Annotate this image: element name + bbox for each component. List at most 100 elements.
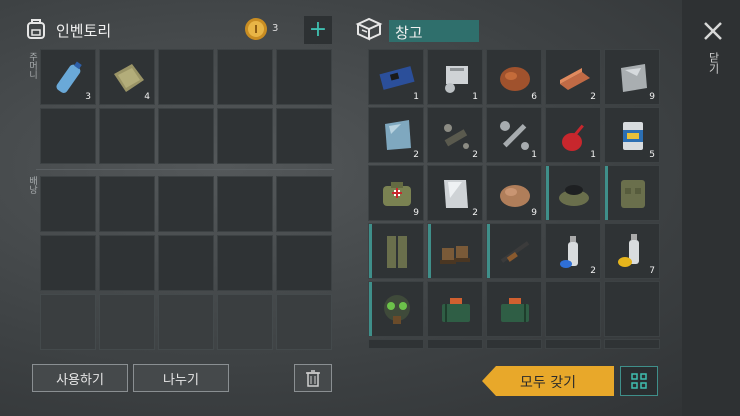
coin-icon: l (244, 17, 268, 41)
sort-button[interactable] (620, 366, 658, 396)
assault-rifle-icon (495, 232, 535, 272)
empty-slot[interactable] (276, 176, 332, 232)
item-slot-military-vest[interactable] (604, 165, 660, 221)
empty-slot[interactable] (368, 339, 424, 349)
empty-slot[interactable] (40, 294, 96, 350)
add-coin-button[interactable]: + (304, 16, 332, 44)
item-quantity: 1 (590, 150, 596, 160)
item-slot-copper-ingot[interactable]: 2 (545, 49, 601, 105)
item-slot-gas-mask[interactable] (368, 281, 424, 337)
empty-slot[interactable] (158, 294, 214, 350)
empty-slot[interactable] (217, 49, 273, 105)
empty-slot[interactable] (217, 235, 273, 291)
item-slot-explosive-box-1[interactable] (427, 281, 483, 337)
empty-slot[interactable] (545, 339, 601, 349)
item-quantity: 9 (531, 208, 537, 218)
food-can-icon (613, 116, 653, 156)
military-pants-icon (377, 232, 417, 272)
empty-slot[interactable] (40, 176, 96, 232)
equipment-marker (369, 282, 372, 336)
empty-slot[interactable] (604, 339, 660, 349)
medical-bag-icon (377, 174, 417, 214)
use-button[interactable]: 사용하기 (32, 364, 128, 392)
storage-icon (355, 16, 383, 42)
empty-slot[interactable] (276, 108, 332, 164)
empty-slot[interactable] (427, 339, 483, 349)
split-button[interactable]: 나누기 (133, 364, 229, 392)
empty-slot[interactable] (99, 294, 155, 350)
item-slot-stone[interactable]: 9 (486, 165, 542, 221)
item-quantity: 2 (472, 208, 478, 218)
empty-slot[interactable] (99, 176, 155, 232)
item-slot-assault-rifle[interactable] (486, 223, 542, 279)
empty-slot[interactable] (276, 294, 332, 350)
item-slot-circuit-board[interactable]: 1 (368, 49, 424, 105)
equipment-marker (369, 224, 372, 278)
item-slot-explosive-box-2[interactable] (486, 281, 542, 337)
backpack-label: 배낭 (27, 176, 37, 194)
take-all-button[interactable]: 모두 갖기 (482, 366, 614, 396)
item-slot-spray-can-blue[interactable]: 2 (545, 223, 601, 279)
item-slot-food-can[interactable]: 5 (604, 107, 660, 163)
item-quantity: 3 (85, 92, 91, 102)
item-slot-glass-pane[interactable]: 2 (368, 107, 424, 163)
empty-slot[interactable] (217, 294, 273, 350)
item-quantity: 9 (649, 92, 655, 102)
empty-slot[interactable] (99, 235, 155, 291)
empty-slot[interactable] (158, 49, 214, 105)
item-slot-oil-can[interactable]: 1 (545, 107, 601, 163)
empty-slot[interactable] (40, 235, 96, 291)
engine-part-icon (436, 58, 476, 98)
glass-pane-icon (377, 116, 417, 156)
coin-count: 3 (272, 23, 279, 34)
empty-slot[interactable] (217, 176, 273, 232)
item-slot-medical-bag[interactable]: 9 (368, 165, 424, 221)
empty-slot[interactable] (40, 108, 96, 164)
cloth-icon (108, 58, 148, 98)
item-slot-water-bottle[interactable]: 3 (40, 49, 96, 105)
item-quantity: 9 (413, 208, 419, 218)
item-quantity: 1 (472, 92, 478, 102)
explosive-box-1-icon (436, 290, 476, 330)
empty-slot[interactable] (276, 49, 332, 105)
oil-can-icon (554, 116, 594, 156)
equipment-marker (605, 166, 608, 220)
empty-slot[interactable] (158, 235, 214, 291)
take-all-label: 모두 갖기 (520, 375, 576, 391)
storage-title-bar: 창고 (389, 20, 479, 42)
empty-slot[interactable] (276, 235, 332, 291)
close-button[interactable] (700, 18, 726, 44)
spray-can-blue-icon (554, 232, 594, 272)
trash-button[interactable] (294, 364, 332, 392)
empty-slot[interactable] (158, 108, 214, 164)
empty-slot[interactable] (158, 176, 214, 232)
plus-icon: + (308, 17, 328, 42)
item-slot-engine-part[interactable]: 1 (427, 49, 483, 105)
inventory-title: 인벤토리 (56, 22, 112, 40)
item-slot-copper-ore[interactable]: 6 (486, 49, 542, 105)
item-quantity: 2 (472, 150, 478, 160)
empty-slot[interactable] (604, 281, 660, 337)
item-slot-spray-can-yellow[interactable]: 7 (604, 223, 660, 279)
empty-slot[interactable] (99, 108, 155, 164)
steel-sheet-icon (436, 174, 476, 214)
item-slot-steel-sheet[interactable]: 2 (427, 165, 483, 221)
equipment-marker (487, 224, 490, 278)
empty-slot[interactable] (545, 281, 601, 337)
military-cap-icon (554, 174, 594, 214)
military-vest-icon (613, 174, 653, 214)
scope-parts-icon (436, 116, 476, 156)
item-slot-military-boots[interactable] (427, 223, 483, 279)
item-slot-scope-parts[interactable]: 2 (427, 107, 483, 163)
item-quantity: 2 (590, 266, 596, 276)
storage-title: 창고 (395, 24, 423, 42)
item-slot-cloth[interactable]: 4 (99, 49, 155, 105)
item-slot-wrench[interactable]: 1 (486, 107, 542, 163)
item-slot-military-pants[interactable] (368, 223, 424, 279)
item-slot-military-cap[interactable] (545, 165, 601, 221)
item-quantity: 7 (649, 266, 655, 276)
equipment-marker (428, 224, 431, 278)
empty-slot[interactable] (486, 339, 542, 349)
empty-slot[interactable] (217, 108, 273, 164)
item-slot-metal-plate[interactable]: 9 (604, 49, 660, 105)
